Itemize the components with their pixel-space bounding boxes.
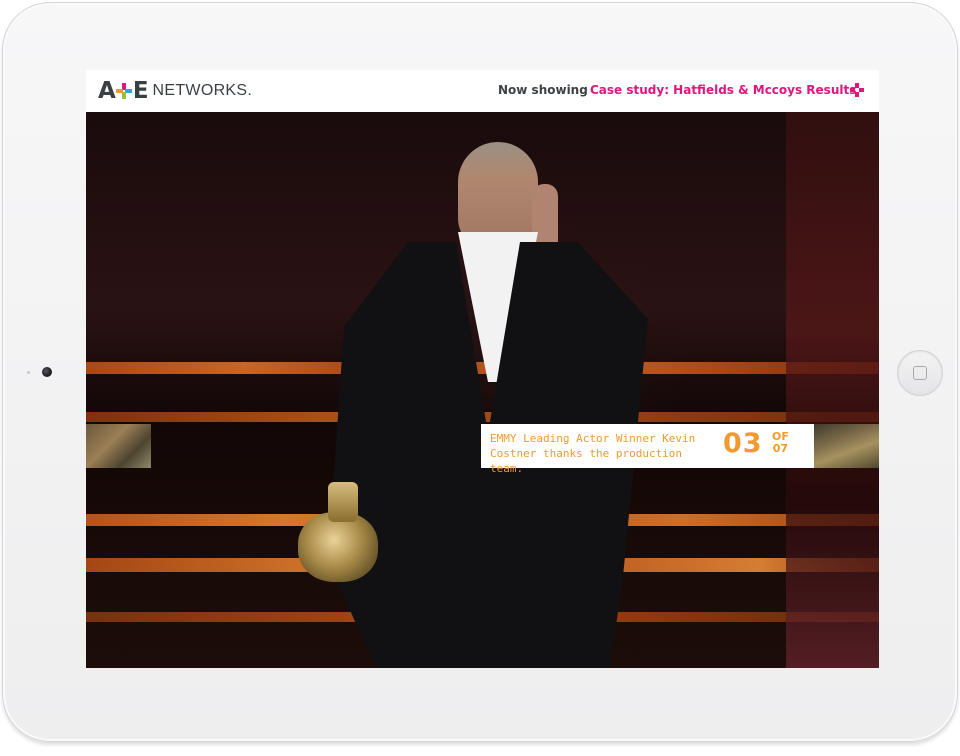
next-slide-thumbnail[interactable]: [814, 424, 879, 468]
slide-current-number: 03: [723, 428, 763, 459]
previous-slide-thumbnail[interactable]: [86, 424, 151, 468]
presenter-figure: [298, 142, 658, 668]
slide-total-number: 07: [772, 442, 789, 455]
plus-icon[interactable]: [850, 83, 864, 97]
case-study-link[interactable]: Case study: Hatfields & Mccoys Results: [590, 83, 856, 97]
ae-networks-logo[interactable]: A E NETWORKS.: [98, 78, 253, 104]
logo-networks-text: NETWORKS.: [152, 82, 253, 99]
logo-plus-icon: [115, 83, 132, 99]
caption-panel: EMMY Leading Actor Winner Kevin Costner …: [481, 424, 814, 475]
logo-letter-a: A: [98, 78, 116, 104]
logo-letter-e: E: [132, 78, 149, 104]
hero-photo: EMMY Leading Actor Winner Kevin Costner …: [86, 112, 879, 668]
slide-counter-total: OF 07: [772, 431, 789, 455]
slide-caption: EMMY Leading Actor Winner Kevin Costner …: [490, 432, 696, 475]
top-bar: A E NETWORKS. Now showing Case study: Ha…: [86, 70, 879, 112]
home-square-icon: [913, 366, 927, 380]
stage-pillar: [786, 112, 879, 668]
home-button[interactable]: [897, 350, 943, 396]
now-showing-label: Now showing: [498, 83, 588, 97]
app-screen: A E NETWORKS. Now showing Case study: Ha…: [86, 70, 879, 668]
sensor-dot: [27, 371, 30, 374]
camera-icon: [42, 367, 52, 377]
